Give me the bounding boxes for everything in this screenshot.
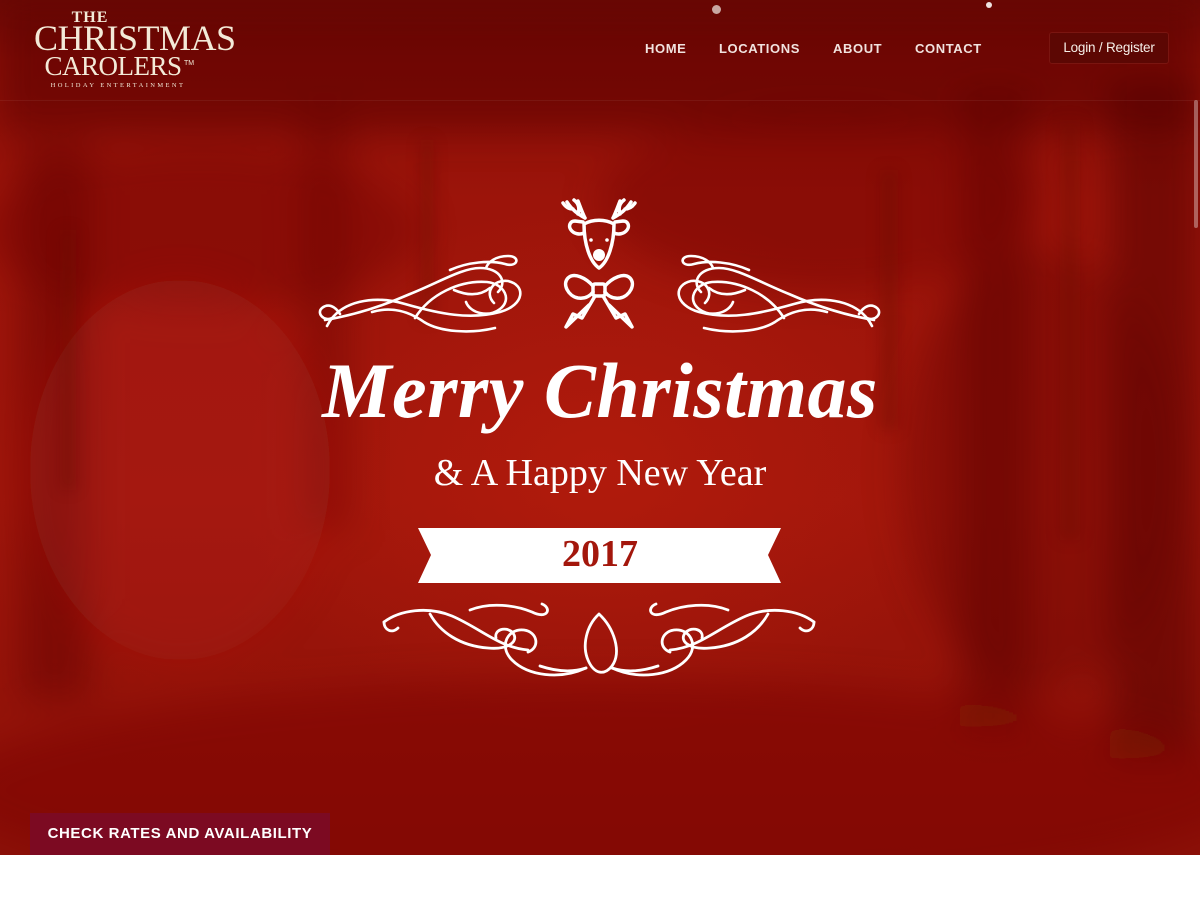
reindeer-icon <box>561 198 637 270</box>
flourish-ornament <box>318 254 522 333</box>
check-rates-button[interactable]: CHECK RATES AND AVAILABILITY <box>30 813 330 855</box>
bow-icon <box>563 273 635 329</box>
greeting-subtitle: & A Happy New Year <box>433 452 767 494</box>
greeting-title: Merry Christmas <box>322 347 878 434</box>
greeting-year: 2017 <box>562 533 638 575</box>
hero-section: THE CHRISTMAS CAROLERS TM HOLIDAY ENTERT… <box>0 0 1200 855</box>
flourish-ornament <box>677 254 881 333</box>
flourish-ornament <box>382 602 816 677</box>
